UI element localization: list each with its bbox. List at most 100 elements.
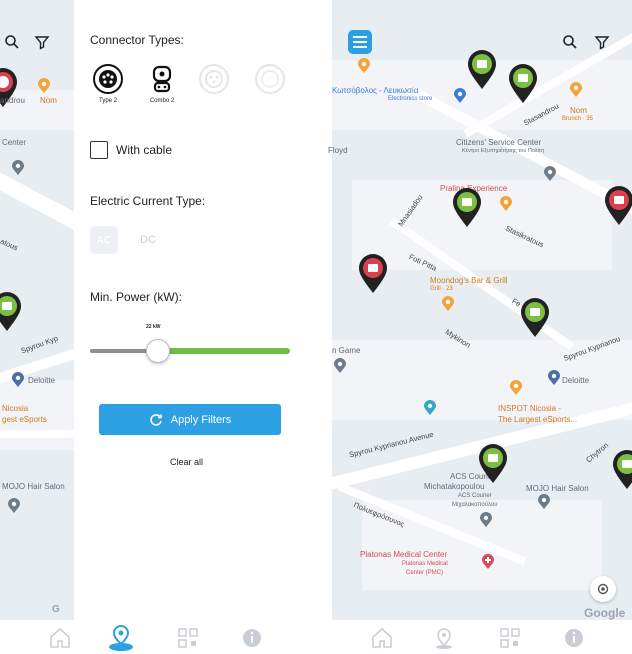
charger-pin-green[interactable]	[467, 50, 497, 90]
map-label: Nicosia	[2, 404, 29, 413]
connector-label: Type 2	[98, 98, 117, 104]
slider-track-active	[160, 348, 290, 354]
ac-option[interactable]: AC	[90, 226, 118, 254]
screenshot-stage: androu Nom Center atous Spyrou Kyp Deloi…	[0, 0, 632, 654]
connector-types-heading: Connector Types:	[90, 33, 184, 47]
map-label: Platonas Medical	[402, 561, 448, 567]
apply-filters-button[interactable]: Apply Filters	[99, 404, 281, 435]
with-cable-option[interactable]: With cable	[90, 141, 172, 159]
map-screen: Κωτσόβολος - Λευκωσία Electronics store …	[322, 0, 632, 654]
poi-pin-orange[interactable]	[500, 196, 512, 211]
bottom-nav-right	[322, 620, 632, 654]
poi-pin-orange[interactable]	[510, 380, 522, 395]
map-toolbar-left	[4, 34, 50, 55]
map-label: Center (PMC)	[406, 570, 444, 576]
map-label: Michatakopoulou	[424, 482, 485, 491]
chademo-plug-icon	[199, 64, 229, 94]
charger-pin-green[interactable]	[478, 444, 508, 484]
dc-option[interactable]: DC	[140, 234, 156, 246]
map-label: Μιχαλακοπούλου	[452, 502, 498, 508]
map-label: Brunch · 35	[562, 116, 594, 122]
map-label: The Largest eSports...	[498, 415, 578, 424]
map-label: gest eSports	[2, 415, 47, 424]
qr-code-icon[interactable]	[176, 626, 200, 650]
map-road	[0, 168, 74, 248]
charger-pin-green[interactable]	[452, 188, 482, 228]
filter-icon[interactable]	[594, 34, 610, 55]
filter-icon[interactable]	[34, 34, 50, 55]
filter-panel: Connector Types: Type 2 Combo 2 With cab…	[74, 0, 310, 620]
connector-combo2[interactable]: Combo 2	[142, 64, 182, 104]
clear-all-button[interactable]: Clear all	[170, 457, 203, 467]
map-label: Deloitte	[28, 376, 56, 385]
connector-option-disabled[interactable]	[194, 64, 234, 104]
poi-pin-orange[interactable]	[570, 82, 582, 97]
with-cable-label: With cable	[116, 143, 173, 157]
charger-pin-green[interactable]	[0, 292, 22, 332]
poi-pin-gray[interactable]	[12, 160, 24, 175]
filter-screen: androu Nom Center atous Spyrou Kyp Deloi…	[0, 0, 310, 654]
map-label: ACS Courier	[458, 493, 492, 499]
type2-plug-icon	[93, 64, 123, 94]
poi-pin-gray[interactable]	[334, 358, 346, 373]
map-label: Nom	[570, 106, 587, 115]
charger-pin-red[interactable]	[604, 186, 632, 226]
poi-pin-blue[interactable]	[548, 370, 560, 385]
map-label: Moondog's Bar & Grill	[430, 276, 508, 285]
connector-type-list: Type 2 Combo 2	[88, 64, 290, 104]
hospital-pin-red[interactable]	[482, 554, 494, 569]
charger-pin-red[interactable]	[358, 254, 388, 294]
connector-type2[interactable]: Type 2	[88, 64, 128, 104]
connector-option-disabled[interactable]	[250, 64, 290, 104]
min-power-value: 22 kW	[146, 324, 161, 330]
hamburger-icon	[353, 36, 367, 48]
search-icon[interactable]	[4, 34, 20, 55]
connector-label: Combo 2	[149, 98, 175, 104]
map-label: Floyd	[328, 146, 348, 155]
poi-pin-teal[interactable]	[424, 400, 436, 415]
poi-pin-gray[interactable]	[8, 498, 20, 513]
info-icon[interactable]	[562, 626, 586, 650]
street-label: Spyrou Kyp	[19, 333, 60, 356]
charger-pin-green[interactable]	[508, 64, 538, 104]
google-logo: Google	[584, 606, 626, 620]
charging-location-icon[interactable]	[106, 622, 136, 652]
map-label: Κωτσόβολος - Λευκωσία	[332, 86, 419, 95]
bottom-nav-left	[0, 620, 310, 654]
min-power-slider[interactable]	[90, 339, 290, 363]
poi-pin-blue[interactable]	[454, 88, 466, 103]
info-icon[interactable]	[240, 626, 264, 650]
charger-pin-green[interactable]	[612, 450, 632, 490]
home-icon[interactable]	[48, 626, 72, 650]
with-cable-checkbox[interactable]	[90, 141, 108, 159]
map-label: Center	[2, 138, 27, 147]
electric-current-heading: Electric Current Type:	[90, 194, 206, 208]
map-toolbar-right	[562, 34, 610, 55]
apply-filters-label: Apply Filters	[170, 413, 232, 426]
poi-pin-gray[interactable]	[538, 494, 550, 509]
combo2-plug-icon	[147, 64, 177, 94]
map-label: MOJO Hair Salon	[526, 484, 589, 493]
poi-pin-blue[interactable]	[12, 372, 24, 387]
poi-pin-orange[interactable]	[442, 296, 454, 311]
menu-button[interactable]	[348, 30, 372, 54]
home-icon[interactable]	[370, 626, 394, 650]
my-location-button[interactable]	[590, 576, 616, 602]
map-label: androu	[0, 96, 25, 105]
map-label: Citizens' Service Center	[456, 138, 542, 147]
map-label: Grill · 23	[430, 286, 453, 292]
map-background-left[interactable]: androu Nom Center atous Spyrou Kyp Deloi…	[0, 0, 74, 620]
slider-thumb[interactable]	[146, 339, 170, 363]
charging-location-icon[interactable]	[432, 626, 456, 650]
qr-code-icon[interactable]	[498, 626, 522, 650]
poi-pin-gray[interactable]	[544, 166, 556, 181]
google-logo: G	[52, 604, 60, 615]
current-type-options: AC DC	[90, 226, 156, 254]
poi-pin-gray[interactable]	[480, 512, 492, 527]
search-icon[interactable]	[562, 34, 578, 55]
poi-pin-orange[interactable]	[38, 78, 50, 93]
poi-pin-orange[interactable]	[358, 58, 370, 73]
map-label: Nom	[40, 96, 57, 105]
map-label: n Game	[332, 346, 361, 355]
charger-pin-green[interactable]	[520, 298, 550, 338]
